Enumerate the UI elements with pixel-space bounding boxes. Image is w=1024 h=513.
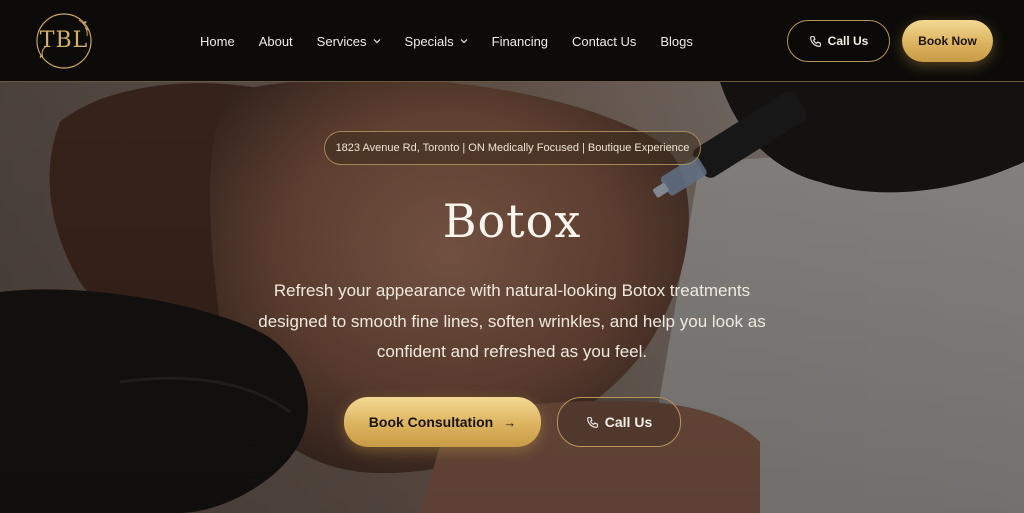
nav-about[interactable]: About [259, 34, 293, 49]
nav-label: Services [316, 33, 367, 49]
location-badge: 1823 Avenue Rd, Toronto | ON Medically F… [324, 131, 701, 165]
nav-label: Home [200, 33, 235, 49]
chevron-down-icon [373, 37, 381, 45]
nav-label: About [258, 33, 293, 49]
nav-financing[interactable]: Financing [492, 34, 548, 49]
call-label: Call Us [827, 34, 869, 48]
page-title: Botox [442, 194, 582, 248]
book-consultation-button[interactable]: Book Consultation → [344, 397, 541, 447]
arrow-right-icon: → [503, 414, 517, 430]
cta-label: Call Us [604, 414, 653, 430]
site-header: TBL Home About Services Specials Financi… [0, 0, 1024, 82]
nav-blogs[interactable]: Blogs [660, 34, 693, 49]
nav-label: Financing [491, 33, 549, 49]
nav-label: Contact Us [572, 33, 637, 49]
logo-text: TBL [39, 28, 89, 53]
header-call-button[interactable]: Call Us [787, 20, 890, 62]
phone-icon [809, 35, 822, 48]
nav-home[interactable]: Home [200, 34, 235, 49]
header-book-button[interactable]: Book Now [902, 20, 993, 62]
main-nav: Home About Services Specials Financing C… [200, 0, 717, 82]
nav-contact[interactable]: Contact Us [572, 34, 636, 49]
brand-logo[interactable]: TBL [33, 10, 95, 72]
chevron-down-icon [460, 37, 468, 45]
hero-description: Refresh your appearance with natural-loo… [258, 281, 766, 361]
nav-services[interactable]: Services [317, 34, 381, 49]
phone-icon [586, 416, 599, 429]
hero-call-button[interactable]: Call Us [557, 397, 681, 447]
cta-label: Book Consultation [368, 414, 494, 430]
book-label: Book Now [918, 34, 977, 48]
nav-label: Specials [404, 33, 454, 49]
nav-specials[interactable]: Specials [405, 34, 468, 49]
nav-label: Blogs [660, 33, 693, 49]
